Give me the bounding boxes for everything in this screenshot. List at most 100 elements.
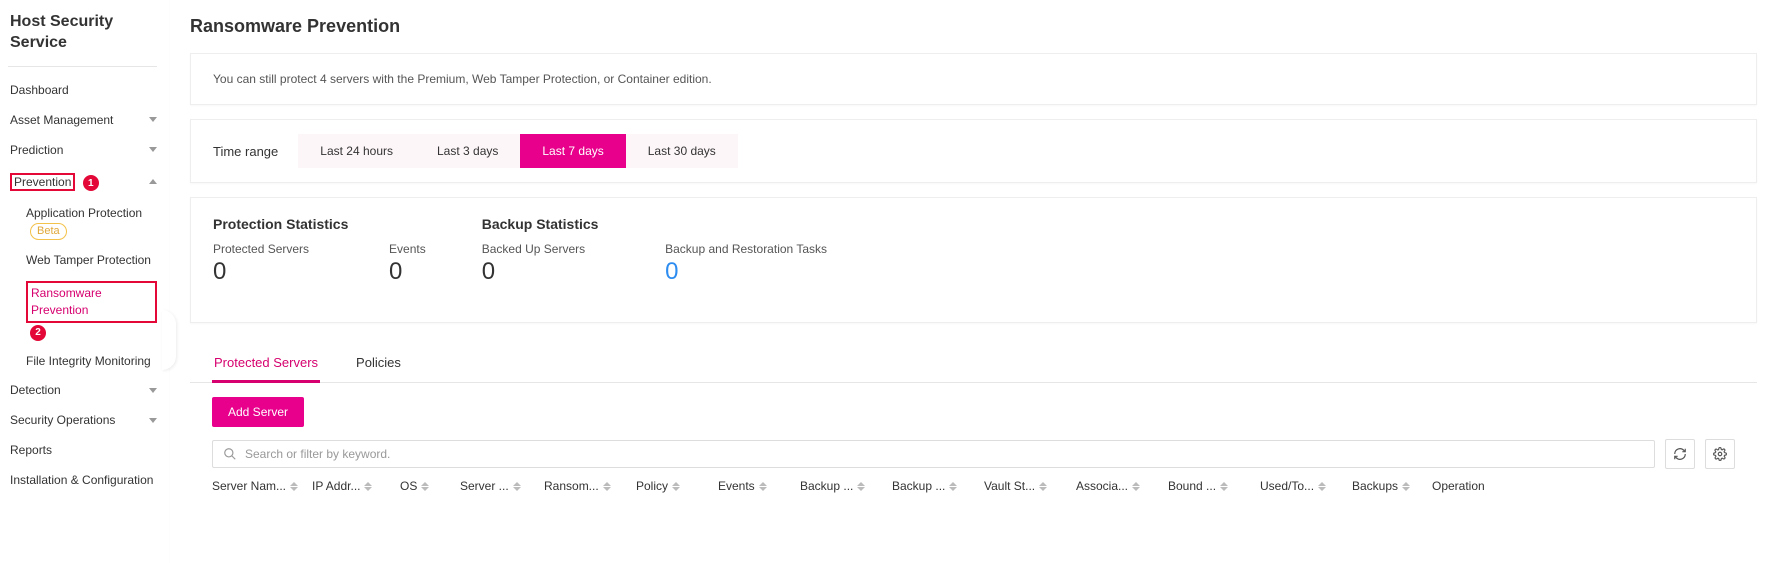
table-column-header[interactable]: Backups — [1352, 479, 1432, 493]
stats-row: Protection Statistics Protected Servers … — [191, 198, 1756, 322]
chevron-up-icon — [149, 179, 157, 184]
sort-icon — [1132, 482, 1140, 491]
stat-backed-up-servers: Backed Up Servers 0 — [482, 242, 585, 286]
column-label: Bound ... — [1168, 479, 1216, 493]
sort-icon — [364, 482, 372, 491]
sidebar-item-label: Web Tamper Protection — [26, 253, 151, 267]
table-column-header[interactable]: Used/To... — [1260, 479, 1352, 493]
table-column-header[interactable]: Server Nam... — [212, 479, 312, 493]
table-column-header[interactable]: Events — [718, 479, 800, 493]
chevron-down-icon — [149, 147, 157, 152]
chevron-down-icon — [149, 117, 157, 122]
sort-icon — [1402, 482, 1410, 491]
backup-stats: Backup Statistics Backed Up Servers 0 Ba… — [482, 216, 827, 286]
stat-events: Events 0 — [389, 242, 426, 286]
notice-text: You can still protect 4 servers with the… — [191, 54, 1756, 104]
sidebar-item-label: Security Operations — [10, 413, 115, 427]
column-label: Associa... — [1076, 479, 1128, 493]
sidebar-item-prevention[interactable]: Prevention 1 — [8, 165, 169, 200]
column-label: Ransom... — [544, 479, 599, 493]
time-range-option[interactable]: Last 30 days — [626, 134, 738, 168]
backup-stats-title: Backup Statistics — [482, 216, 827, 232]
sidebar-item-web-tamper-protection[interactable]: Web Tamper Protection — [8, 246, 169, 275]
add-server-button[interactable]: Add Server — [212, 397, 304, 427]
sort-icon — [421, 482, 429, 491]
column-label: Server Nam... — [212, 479, 286, 493]
sidebar-item-label: Prevention — [14, 175, 71, 189]
main: Ransomware Prevention You can still prot… — [170, 0, 1777, 563]
settings-button[interactable] — [1705, 439, 1735, 469]
sidebar-collapse-handle[interactable] — [162, 310, 176, 370]
column-label: Policy — [636, 479, 668, 493]
sort-icon — [949, 482, 957, 491]
page-title: Ransomware Prevention — [170, 0, 1777, 49]
sort-icon — [1318, 482, 1326, 491]
sidebar-item-asset-management[interactable]: Asset Management — [8, 105, 169, 135]
sidebar-item-ransomware-prevention[interactable]: Ransomware Prevention 2 — [8, 275, 169, 347]
sidebar-item-label: Application Protection — [26, 206, 142, 220]
table-column-header[interactable]: Server ... — [460, 479, 544, 493]
column-label: Used/To... — [1260, 479, 1314, 493]
search-placeholder: Search or filter by keyword. — [245, 447, 390, 461]
tab-policies[interactable]: Policies — [354, 349, 403, 382]
time-range-option[interactable]: Last 24 hours — [298, 134, 415, 168]
table-column-header[interactable]: IP Addr... — [312, 479, 400, 493]
sidebar-item-security-operations[interactable]: Security Operations — [8, 405, 169, 435]
sidebar-item-file-integrity-monitoring[interactable]: File Integrity Monitoring — [8, 347, 169, 376]
column-label: OS — [400, 479, 417, 493]
sidebar-item-label: Dashboard — [10, 83, 69, 97]
sidebar-item-label: Detection — [10, 383, 61, 397]
table-column-header[interactable]: Bound ... — [1168, 479, 1260, 493]
stat-label: Backup and Restoration Tasks — [665, 242, 827, 256]
sidebar-item-detection[interactable]: Detection — [8, 375, 169, 405]
sort-icon — [603, 482, 611, 491]
notice-card: You can still protect 4 servers with the… — [190, 53, 1757, 105]
callout-badge: 2 — [30, 325, 46, 341]
table-column-header[interactable]: Ransom... — [544, 479, 636, 493]
sidebar-item-application-protection[interactable]: Application Protection Beta — [8, 199, 169, 246]
sidebar-item-reports[interactable]: Reports — [8, 435, 169, 465]
chevron-down-icon — [149, 388, 157, 393]
column-label: Backup ... — [892, 479, 945, 493]
column-label: Operation — [1432, 479, 1485, 493]
table-column-header[interactable]: OS — [400, 479, 460, 493]
callout-badge: 1 — [83, 175, 99, 191]
stat-label: Events — [389, 242, 426, 256]
table-column-header[interactable]: Backup ... — [892, 479, 984, 493]
table-column-header[interactable]: Associa... — [1076, 479, 1168, 493]
server-section: Protected Servers Policies Add Server Se… — [190, 337, 1757, 507]
table-column-header[interactable]: Backup ... — [800, 479, 892, 493]
sidebar-item-prediction[interactable]: Prediction — [8, 135, 169, 165]
beta-badge: Beta — [30, 223, 67, 240]
time-range-option[interactable]: Last 7 days — [520, 134, 625, 168]
time-range-label: Time range — [213, 144, 278, 159]
table-column-header[interactable]: Vault St... — [984, 479, 1076, 493]
sort-icon — [759, 482, 767, 491]
sidebar-item-label: Prediction — [10, 143, 63, 157]
stat-value-link[interactable]: 0 — [665, 258, 827, 286]
refresh-button[interactable] — [1665, 439, 1695, 469]
table-header: Server Nam... IP Addr...OS Server ...Ranso… — [212, 479, 1735, 493]
stat-value: 0 — [482, 258, 585, 286]
search-input[interactable]: Search or filter by keyword. — [212, 440, 1655, 468]
stat-backup-restoration-tasks: Backup and Restoration Tasks 0 — [665, 242, 827, 286]
time-range-option[interactable]: Last 3 days — [415, 134, 520, 168]
sidebar-item-label: Ransomware Prevention — [26, 281, 157, 323]
sidebar-item-dashboard[interactable]: Dashboard — [8, 75, 169, 105]
protection-stats-title: Protection Statistics — [213, 216, 426, 232]
tab-protected-servers[interactable]: Protected Servers — [212, 349, 320, 383]
highlight-box: Prevention — [10, 173, 75, 191]
table-column-header[interactable]: Operation — [1432, 479, 1532, 493]
sort-icon — [513, 482, 521, 491]
sidebar-item-installation-configuration[interactable]: Installation & Configuration — [8, 465, 169, 495]
sidebar-item-label: Asset Management — [10, 113, 113, 127]
stat-value: 0 — [389, 258, 426, 286]
stat-protected-servers: Protected Servers 0 — [213, 242, 309, 286]
stat-label: Backed Up Servers — [482, 242, 585, 256]
sort-icon — [857, 482, 865, 491]
search-icon — [223, 447, 237, 461]
column-label: Backups — [1352, 479, 1398, 493]
chevron-down-icon — [149, 418, 157, 423]
table-column-header[interactable]: Policy — [636, 479, 718, 493]
protection-stats: Protection Statistics Protected Servers … — [213, 216, 426, 286]
